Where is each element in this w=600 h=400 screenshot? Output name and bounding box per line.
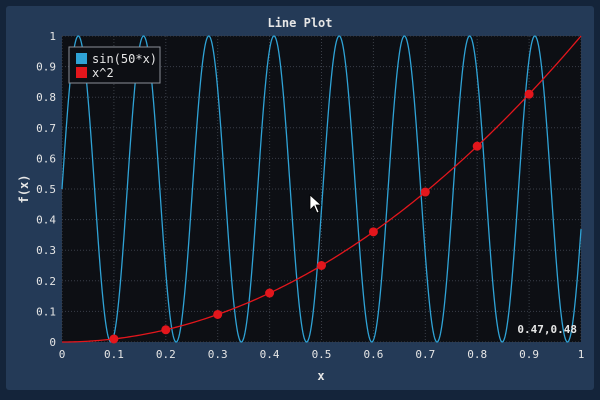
legend-label-sq: x^2 [92,66,114,80]
x-tick-label: 0.2 [156,348,176,361]
x-axis-title: x [317,369,324,383]
y-tick-label: 0.6 [36,152,56,165]
series-marker-sq[interactable] [161,325,171,335]
y-axis-title: f(x) [17,175,31,204]
legend[interactable]: sin(50*x) x^2 [68,46,161,84]
legend-swatch-sq [76,67,87,78]
series-marker-sq[interactable] [109,334,119,344]
x-tick-label: 0.6 [363,348,383,361]
y-tick-label: 0.7 [36,122,56,135]
y-tick-label: 0.4 [36,214,56,227]
x-tick-label: 0.7 [415,348,435,361]
legend-label-sin: sin(50*x) [92,52,157,66]
y-tick-label: 0.9 [36,61,56,74]
series-marker-sq[interactable] [524,89,534,99]
x-tick-label: 1 [578,348,585,361]
y-tick-label: 0.1 [36,305,56,318]
y-tick-label: 0.2 [36,275,56,288]
series-marker-sq[interactable] [213,309,223,319]
y-tick-label: 1 [49,30,56,43]
series-marker-sq[interactable] [317,261,326,270]
series-marker-sq[interactable] [420,187,430,197]
line-plot[interactable]: 0 0.1 0.2 0.3 0.4 0.5 0.6 0.7 0.8 0.9 1 0 0.1 0.2 0.3 0… [0,0,600,400]
x-tick-label: 0.4 [260,348,280,361]
cursor-readout: 0.47,0.48 [517,323,577,336]
chart-title: Line Plot [267,16,332,30]
y-tick-label: 0.8 [36,91,56,104]
y-tick-label: 0.3 [36,244,56,257]
x-tick-label: 0.5 [312,348,332,361]
x-tick-label: 0.9 [519,348,539,361]
y-tick-label: 0 [49,336,56,349]
legend-swatch-sin [76,53,87,64]
x-tick-label: 0.8 [467,348,487,361]
x-tick-label: 0.1 [104,348,124,361]
x-tick-label: 0.3 [208,348,228,361]
x-tick-label: 0 [59,348,66,361]
series-marker-sq[interactable] [368,227,378,237]
y-tick-label: 0.5 [36,183,56,196]
series-marker-sq[interactable] [472,141,482,151]
series-marker-sq[interactable] [265,288,275,298]
